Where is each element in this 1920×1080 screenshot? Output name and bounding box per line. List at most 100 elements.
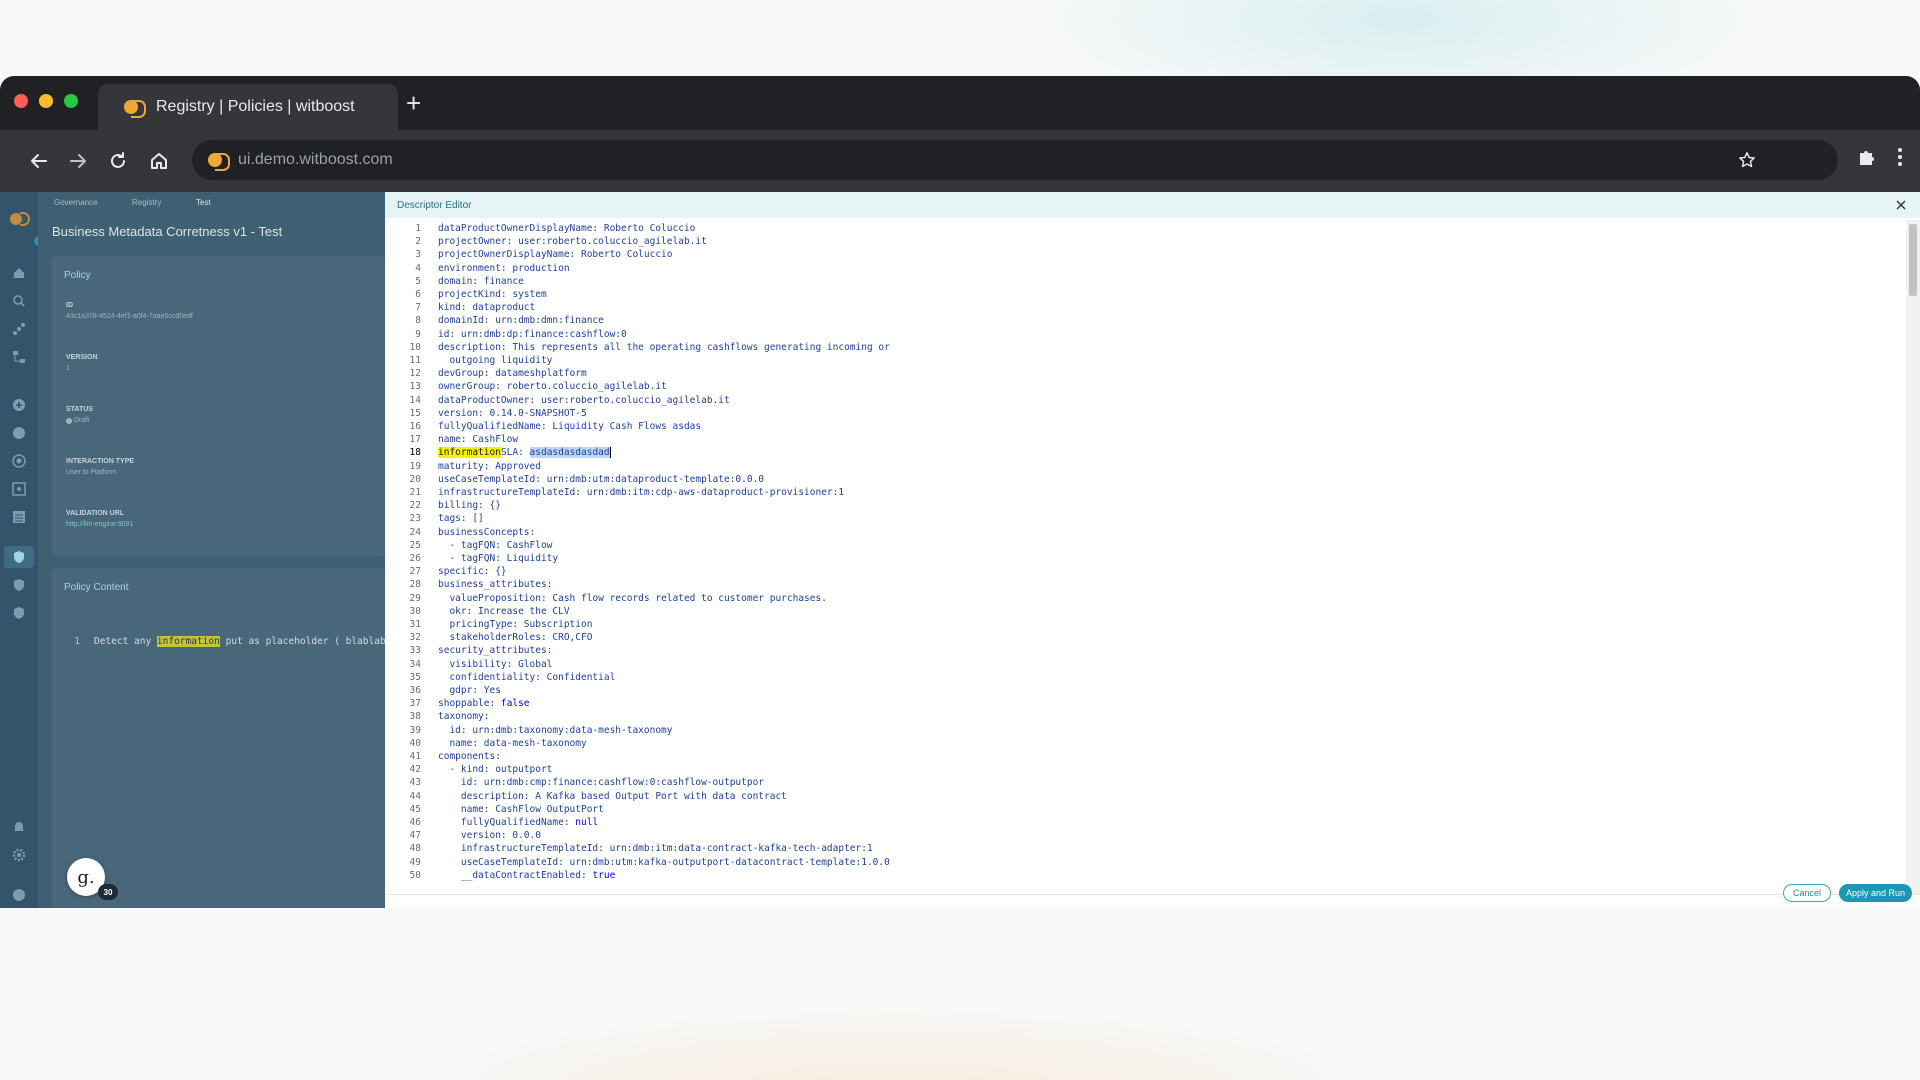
code-line[interactable]: 47 version: 0.0.0	[385, 829, 1895, 842]
code-line[interactable]: 11 outgoing liquidity	[385, 354, 1895, 367]
code-line[interactable]: 8 domainId: urn:dmb:dmn:finance	[385, 314, 1895, 327]
cancel-button[interactable]: Cancel	[1782, 884, 1831, 902]
back-button[interactable]	[24, 146, 54, 176]
add-circle-icon[interactable]	[12, 398, 26, 412]
policy-card-title: Policy	[64, 270, 91, 281]
database-icon[interactable]	[12, 426, 26, 440]
field-value-validation-url[interactable]: http://llm-engine:9091	[66, 521, 133, 528]
code-text: name: CashFlow	[438, 434, 519, 446]
breadcrumb-governance[interactable]: Governance	[54, 198, 98, 207]
code-line[interactable]: 26 - tagFQN: Liquidity	[385, 552, 1895, 565]
code-line[interactable]: 27 specific: {}	[385, 565, 1895, 578]
page-title: Business Metadata Corretness v1 - Test	[52, 224, 283, 239]
policy-text-before: Detect any	[94, 636, 157, 647]
code-line[interactable]: 43 id: urn:dmb:cmp:finance:cashflow:0:ca…	[385, 776, 1895, 789]
address-bar[interactable]: ui.demo.witboost.com	[192, 140, 1838, 180]
code-line[interactable]: 50 __dataContractEnabled: true	[385, 869, 1895, 882]
close-editor-button[interactable]	[1894, 198, 1908, 212]
code-line[interactable]: 34 visibility: Global	[385, 658, 1895, 671]
bookmark-star-button[interactable]	[1738, 140, 1756, 180]
code-line[interactable]: 6 projectKind: system	[385, 288, 1895, 301]
code-line[interactable]: 39 id: urn:dmb:taxonomy:data-mesh-taxono…	[385, 724, 1895, 737]
gear-icon[interactable]	[12, 848, 26, 862]
code-line[interactable]: 10 description: This represents all the o…	[385, 341, 1895, 354]
code-line[interactable]: 14 dataProductOwner: user:roberto.colucci…	[385, 394, 1895, 407]
editor-scrollbar-thumb[interactable]	[1909, 224, 1917, 296]
line-number: 39	[409, 724, 421, 736]
code-line[interactable]: 13 ownerGroup: roberto.coluccio_agilelab.…	[385, 380, 1895, 393]
code-line[interactable]: 1 dataProductOwnerDisplayName: Roberto Co…	[385, 222, 1895, 235]
code-line[interactable]: 18 informationSLA: asdasdasdasdad	[385, 446, 1895, 459]
code-line[interactable]: 16 fullyQualifiedName: Liquidity Cash Flo…	[385, 420, 1895, 433]
line-number: 35	[409, 671, 421, 683]
extensions-button[interactable]	[1856, 146, 1878, 173]
code-line[interactable]: 28 business_attributes:	[385, 578, 1895, 591]
line-number: 27	[409, 566, 421, 578]
reload-button[interactable]	[103, 146, 133, 176]
code-line[interactable]: 25 - tagFQN: CashFlow	[385, 539, 1895, 552]
code-line[interactable]: 31 pricingType: Subscription	[385, 618, 1895, 631]
policy-content-card: Policy Content	[52, 568, 385, 908]
new-tab-button[interactable]: +	[406, 90, 421, 116]
code-line[interactable]: 30 okr: Increase the CLV	[385, 605, 1895, 618]
field-value-id: 43c1a378-4524-4ef1-a0f4-7aae0ccd0edf	[66, 313, 193, 320]
home-icon[interactable]	[12, 266, 26, 280]
code-line[interactable]: 44 description: A Kafka based Output Por…	[385, 790, 1895, 803]
code-line[interactable]: 20 useCaseTemplateId: urn:dmb:utm:datapro…	[385, 473, 1895, 486]
code-line[interactable]: 36 gdpr: Yes	[385, 684, 1895, 697]
code-line[interactable]: 32 stakeholderRoles: CRO,CFO	[385, 631, 1895, 644]
apply-and-run-button[interactable]: Apply and Run	[1838, 884, 1912, 902]
code-line[interactable]: 2 projectOwner: user:roberto.coluccio_agi…	[385, 235, 1895, 248]
user-circle-icon[interactable]	[12, 888, 26, 902]
code-line[interactable]: 22 billing: {}	[385, 499, 1895, 512]
shield-icon[interactable]	[12, 606, 26, 620]
search-icon[interactable]	[12, 294, 26, 308]
notifications-icon[interactable]	[12, 820, 26, 834]
code-line[interactable]: 21 infrastructureTemplateId: urn:dmb:itm:…	[385, 486, 1895, 499]
graph-icon[interactable]	[12, 322, 26, 336]
target-icon[interactable]	[12, 454, 26, 468]
code-line[interactable]: 4 environment: production	[385, 262, 1895, 275]
code-line[interactable]: 29 valueProposition: Cash flow records r…	[385, 592, 1895, 605]
browser-tab-active[interactable]: Registry | Policies | witboost	[98, 84, 398, 130]
code-line[interactable]: 17 name: CashFlow	[385, 433, 1895, 446]
policy-content-code[interactable]: 1 Detect any information put as placehold…	[50, 636, 385, 647]
code-text: - kind: outputport	[438, 764, 553, 776]
maximize-window-button[interactable]	[64, 94, 78, 108]
code-line[interactable]: 33 security_attributes:	[385, 644, 1895, 657]
home-button[interactable]	[144, 146, 174, 176]
minimize-window-button[interactable]	[39, 94, 53, 108]
code-line[interactable]: 48 infrastructureTemplateId: urn:dmb:itm…	[385, 842, 1895, 855]
code-line[interactable]: 41 components:	[385, 750, 1895, 763]
code-line[interactable]: 37 shoppable: false	[385, 697, 1895, 710]
code-line[interactable]: 35 confidentiality: Confidential	[385, 671, 1895, 684]
code-line[interactable]: 12 devGroup: datameshplatform	[385, 367, 1895, 380]
code-line[interactable]: 42 - kind: outputport	[385, 763, 1895, 776]
code-line[interactable]: 46 fullyQualifiedName: null	[385, 816, 1895, 829]
shield-icon[interactable]	[12, 578, 26, 592]
code-line[interactable]: 45 name: CashFlow OutputPort	[385, 803, 1895, 816]
code-line[interactable]: 49 useCaseTemplateId: urn:dmb:utm:kafka-…	[385, 856, 1895, 869]
yaml-code-editor[interactable]: 1 dataProductOwnerDisplayName: Roberto Co…	[385, 220, 1905, 894]
list-icon[interactable]	[12, 510, 26, 524]
code-line[interactable]: 3 projectOwnerDisplayName: Roberto Colucc…	[385, 248, 1895, 261]
settings-box-icon[interactable]	[12, 482, 26, 496]
forward-button[interactable]	[63, 146, 93, 176]
code-line[interactable]: 7 kind: dataproduct	[385, 301, 1895, 314]
code-line[interactable]: 15 version: 0.14.0-SNAPSHOT-5	[385, 407, 1895, 420]
code-text: specific: {}	[438, 566, 507, 578]
code-line[interactable]: 19 maturity: Approved	[385, 460, 1895, 473]
code-line[interactable]: 40 name: data-mesh-taxonomy	[385, 737, 1895, 750]
breadcrumb-registry[interactable]: Registry	[132, 198, 161, 207]
close-window-button[interactable]	[14, 94, 28, 108]
browser-menu-button[interactable]	[1896, 146, 1904, 173]
line-number: 30	[409, 605, 421, 617]
editor-scrollbar[interactable]	[1906, 220, 1920, 894]
code-line[interactable]: 5 domain: finance	[385, 275, 1895, 288]
hierarchy-icon[interactable]	[12, 350, 26, 364]
code-text: kind: dataproduct	[438, 302, 536, 314]
code-line[interactable]: 24 businessConcepts:	[385, 526, 1895, 539]
code-line[interactable]: 23 tags: []	[385, 512, 1895, 525]
code-line[interactable]: 9 id: urn:dmb:dp:finance:cashflow:0	[385, 328, 1895, 341]
code-line[interactable]: 38 taxonomy:	[385, 710, 1895, 723]
